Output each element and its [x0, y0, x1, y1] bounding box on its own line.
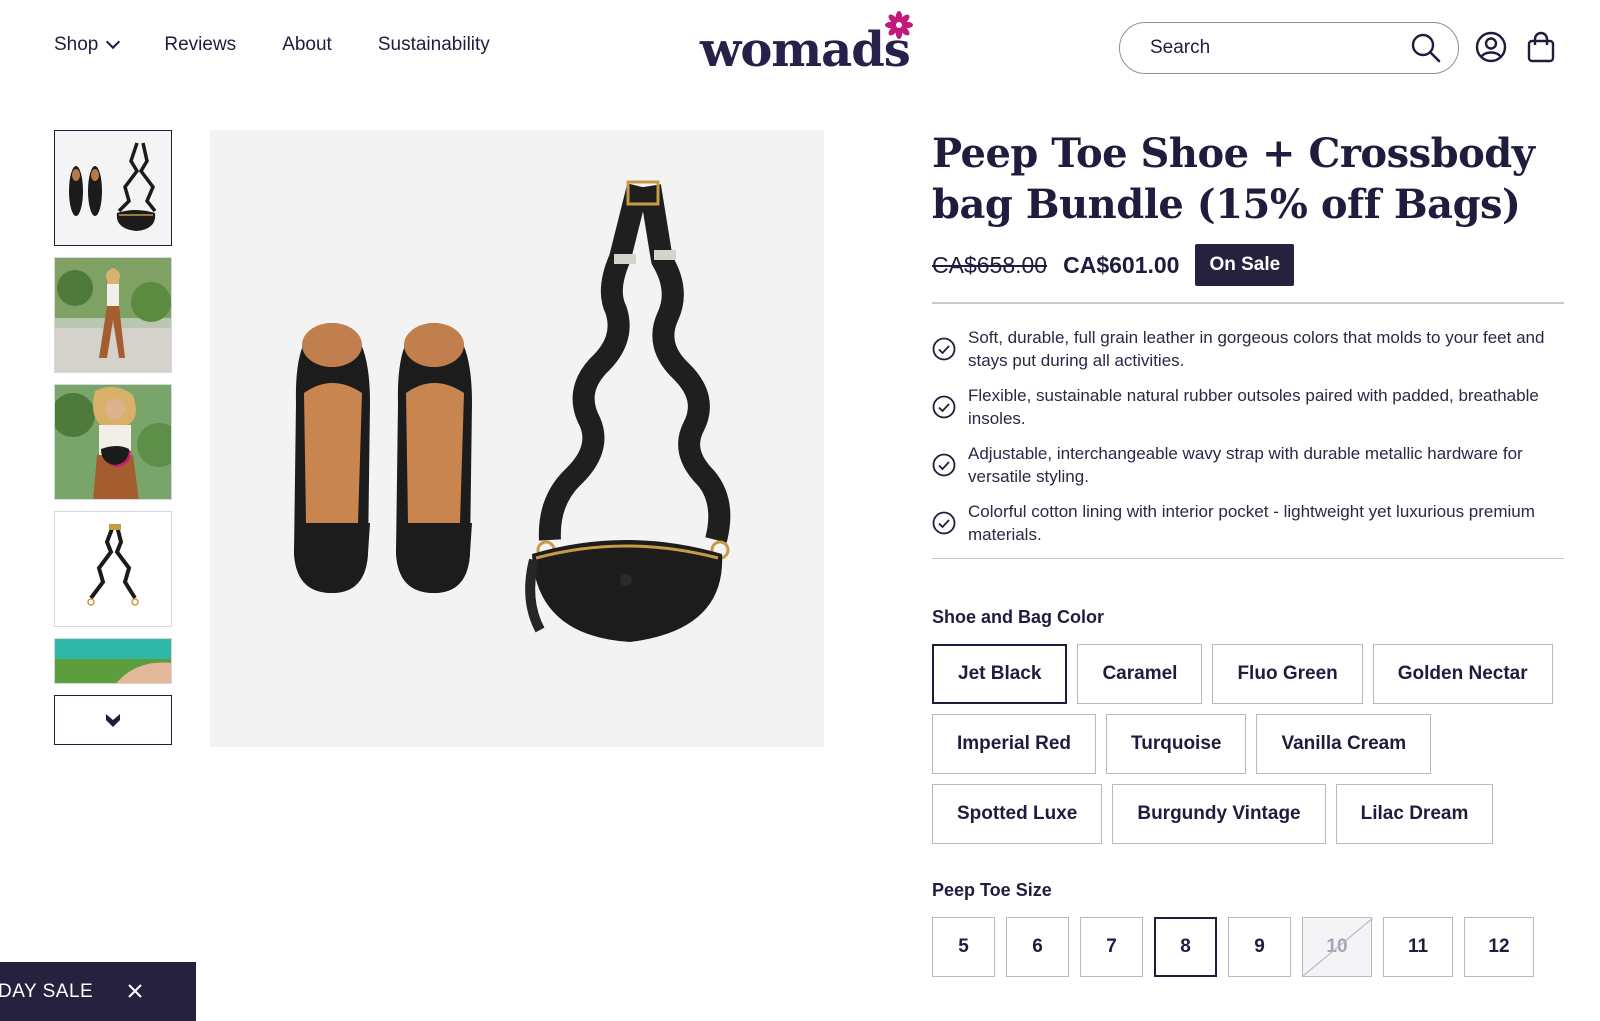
feature-item: Flexible, sustainable natural rubber out…: [932, 384, 1564, 430]
check-circle-icon: [932, 511, 956, 534]
main-nav: Shop Reviews About Sustainability: [54, 34, 490, 56]
model-partial-image: [55, 639, 171, 683]
thumbnail-shoes-and-bag[interactable]: [54, 130, 172, 246]
product-info: Peep Toe Shoe + Crossbody bag Bundle (15…: [932, 128, 1564, 977]
search-icon[interactable]: [1410, 32, 1442, 64]
nav-about-label: About: [282, 34, 332, 55]
account-icon[interactable]: [1474, 30, 1508, 64]
nav-shop-label: Shop: [54, 34, 99, 55]
size-section: Peep Toe Size 5 6 7 8 9 10 11 12: [932, 880, 1564, 977]
flower-icon: [885, 11, 913, 39]
size-option-8[interactable]: 8: [1154, 917, 1217, 977]
size-options: 5 6 7 8 9 10 11 12: [932, 917, 1564, 977]
color-option-lilac-dream[interactable]: Lilac Dream: [1335, 784, 1494, 844]
thumbnail-model-holding-bag[interactable]: [54, 384, 172, 500]
feature-text: Soft, durable, full grain leather in gor…: [968, 327, 1545, 370]
divider: [932, 302, 1564, 304]
model-holding-bag-image: [55, 385, 171, 499]
feature-item: Adjustable, interchangeable wavy strap w…: [932, 442, 1564, 488]
chevron-down-icon: [106, 34, 121, 50]
color-option-jet-black[interactable]: Jet Black: [932, 644, 1068, 704]
original-price: CA$658.00: [932, 251, 1048, 278]
feature-list: Soft, durable, full grain leather in gor…: [932, 326, 1564, 546]
sale-banner[interactable]: DAY SALE: [0, 962, 196, 1021]
size-option-12[interactable]: 12: [1464, 917, 1534, 977]
nav-shop[interactable]: Shop: [54, 34, 121, 56]
site-header: Shop Reviews About Sustainability womads: [0, 0, 1600, 96]
thumbnail-model-partial[interactable]: [54, 638, 172, 684]
sale-badge: On Sale: [1195, 244, 1295, 286]
nav-about[interactable]: About: [282, 34, 332, 56]
chevron-down-icon: [106, 714, 120, 727]
sale-price: CA$601.00: [1063, 251, 1180, 278]
shoes-and-bag-illustration: [210, 130, 824, 747]
size-option-9[interactable]: 9: [1228, 917, 1291, 977]
brand-logo[interactable]: womads: [700, 11, 920, 78]
close-icon[interactable]: [124, 980, 146, 1002]
wavy-strap-image: [55, 512, 171, 626]
size-option-11[interactable]: 11: [1383, 917, 1453, 977]
check-circle-icon: [932, 395, 956, 418]
color-label: Shoe and Bag Color: [932, 607, 1105, 627]
color-option-burgundy-vintage[interactable]: Burgundy Vintage: [1112, 784, 1326, 844]
color-option-caramel[interactable]: Caramel: [1077, 644, 1203, 704]
color-option-golden-nectar[interactable]: Golden Nectar: [1372, 644, 1553, 704]
logo-wordmark: womads: [700, 22, 911, 78]
cart-icon[interactable]: [1524, 30, 1558, 64]
color-section: Shoe and Bag Color Jet Black Caramel Flu…: [932, 607, 1564, 844]
size-option-7[interactable]: 7: [1080, 917, 1143, 977]
shoes-bag-image: [55, 131, 171, 245]
size-label: Peep Toe Size: [932, 880, 1052, 900]
price-row: CA$658.00 CA$601.00 On Sale: [932, 244, 1564, 286]
color-options: Jet Black Caramel Fluo Green Golden Nect…: [932, 644, 1564, 844]
feature-text: Colorful cotton lining with interior poc…: [968, 501, 1535, 544]
product-title: Peep Toe Shoe + Crossbody bag Bundle (15…: [932, 130, 1535, 228]
right-shoe: [396, 323, 472, 593]
color-option-imperial-red[interactable]: Imperial Red: [932, 714, 1097, 774]
size-option-6[interactable]: 6: [1006, 917, 1069, 977]
check-circle-icon: [932, 337, 956, 360]
size-option-10-unavailable[interactable]: 10: [1302, 917, 1373, 977]
search-input[interactable]: [1150, 37, 1410, 59]
divider: [932, 557, 1564, 559]
feature-text: Adjustable, interchangeable wavy strap w…: [968, 443, 1523, 486]
strike-through-icon: [1303, 918, 1373, 976]
thumbnail-wavy-strap[interactable]: [54, 511, 172, 627]
main-product-image[interactable]: [210, 130, 824, 747]
check-circle-icon: [932, 453, 956, 476]
color-option-vanilla-cream[interactable]: Vanilla Cream: [1256, 714, 1432, 774]
search-box: [1119, 22, 1459, 74]
feature-item: Colorful cotton lining with interior poc…: [932, 500, 1564, 546]
sale-banner-text: DAY SALE: [0, 980, 94, 1002]
model-walking-image: [55, 258, 171, 372]
color-option-fluo-green[interactable]: Fluo Green: [1212, 644, 1363, 704]
thumbnail-model-walking[interactable]: [54, 257, 172, 373]
thumbnail-list: [54, 130, 172, 745]
left-shoe: [294, 323, 370, 593]
feature-item: Soft, durable, full grain leather in gor…: [932, 326, 1564, 372]
feature-text: Flexible, sustainable natural rubber out…: [968, 385, 1539, 428]
nav-reviews[interactable]: Reviews: [164, 34, 236, 56]
size-option-5[interactable]: 5: [932, 917, 995, 977]
nav-sustainability-label: Sustainability: [377, 34, 490, 55]
thumbnails-next-button[interactable]: [54, 695, 172, 745]
color-option-spotted-luxe[interactable]: Spotted Luxe: [932, 784, 1103, 844]
nav-sustainability[interactable]: Sustainability: [378, 34, 490, 56]
color-option-turquoise[interactable]: Turquoise: [1106, 714, 1247, 774]
nav-reviews-label: Reviews: [164, 34, 237, 55]
